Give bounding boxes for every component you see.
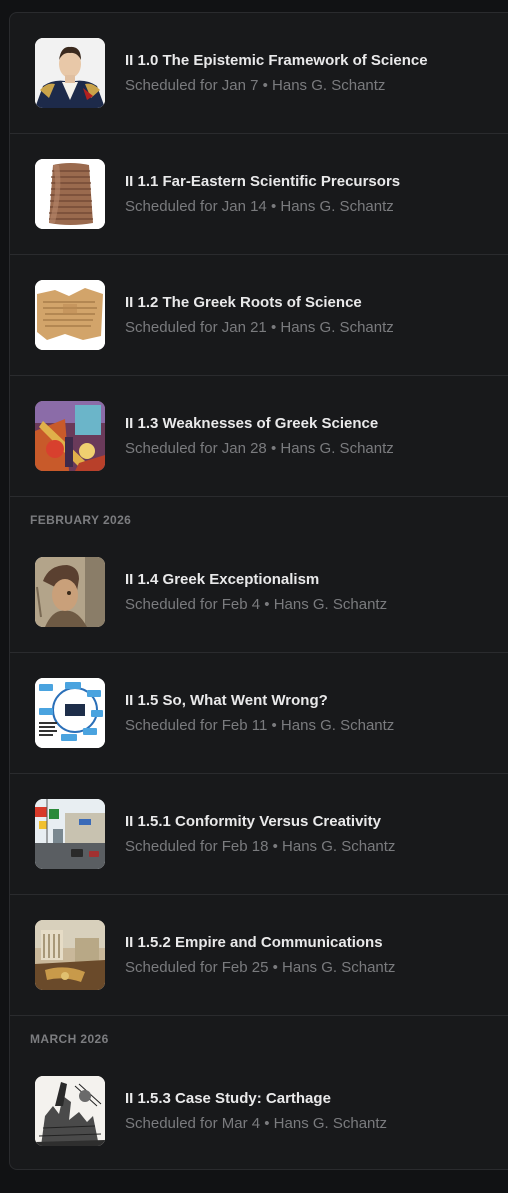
thumbnail-image — [35, 678, 105, 748]
meta-separator: • — [266, 198, 281, 215]
post-meta: Scheduled for Feb 18 • Hans G. Schantz — [125, 838, 395, 855]
schedule-date: Scheduled for Jan 28 — [125, 440, 267, 457]
post-meta: Scheduled for Jan 7 • Hans G. Schantz — [125, 77, 385, 94]
post-meta: Scheduled for Jan 28 • Hans G. Schantz — [125, 440, 394, 457]
post-meta: Scheduled for Mar 4 • Hans G. Schantz — [125, 1115, 387, 1132]
schedule-date: Scheduled for Feb 11 — [125, 717, 268, 734]
meta-separator: • — [268, 959, 283, 976]
schedule-date: Scheduled for Jan 21 — [125, 319, 267, 336]
meta-separator: • — [268, 838, 283, 855]
post-schedule-list: II 1.0 The Epistemic Framework of Scienc… — [9, 12, 508, 1170]
schedule-date: Scheduled for Jan 7 — [125, 77, 259, 94]
thumbnail-image — [35, 401, 105, 471]
thumbnail-image — [35, 280, 105, 350]
author-name: Hans G. Schantz — [280, 440, 394, 457]
post-title: II 1.5.2 Empire and Communications — [125, 934, 383, 951]
author-name: Hans G. Schantz — [272, 77, 386, 94]
post-title: II 1.5 So, What Went Wrong? — [125, 692, 328, 709]
schedule-date: Scheduled for Feb 25 — [125, 959, 269, 976]
list-item[interactable]: II 1.1 Far-Eastern Scientific Precursors… — [10, 134, 508, 255]
post-meta: Scheduled for Jan 14 • Hans G. Schantz — [125, 198, 394, 215]
thumbnail-image — [35, 799, 105, 869]
thumbnail-image — [35, 159, 105, 229]
author-name: Hans G. Schantz — [280, 319, 394, 336]
post-meta: Scheduled for Feb 25 • Hans G. Schantz — [125, 959, 395, 976]
meta-separator: • — [267, 717, 281, 734]
post-meta: Scheduled for Feb 11 • Hans G. Schantz — [125, 717, 394, 734]
list-item[interactable]: II 1.3 Weaknesses of Greek Science Sched… — [10, 376, 508, 497]
meta-separator: • — [258, 77, 273, 94]
post-title: II 1.4 Greek Exceptionalism — [125, 571, 320, 588]
meta-separator: • — [266, 319, 281, 336]
thumbnail-image — [35, 920, 105, 990]
post-title: II 1.5.3 Case Study: Carthage — [125, 1090, 331, 1107]
schedule-date: Scheduled for Feb 4 — [125, 596, 261, 613]
author-name: Hans G. Schantz — [280, 717, 395, 734]
author-name: Hans G. Schantz — [273, 596, 388, 613]
month-section-header: FEBRUARY 2026 — [30, 513, 132, 527]
author-name: Hans G. Schantz — [282, 838, 396, 855]
author-name: Hans G. Schantz — [280, 198, 394, 215]
list-item[interactable]: II 1.5.2 Empire and Communications Sched… — [10, 895, 508, 1016]
list-item[interactable]: II 1.0 The Epistemic Framework of Scienc… — [10, 13, 508, 134]
thumbnail-image — [35, 557, 105, 627]
meta-separator: • — [260, 1115, 274, 1132]
post-title: II 1.2 The Greek Roots of Science — [125, 294, 362, 311]
list-item[interactable]: II 1.5.1 Conformity Versus Creativity Sc… — [10, 774, 508, 895]
schedule-date: Scheduled for Mar 4 — [125, 1115, 261, 1132]
post-title: II 1.1 Far-Eastern Scientific Precursors — [125, 173, 401, 190]
thumbnail-image — [35, 38, 105, 108]
list-item[interactable]: II 1.5.3 Case Study: Carthage Scheduled … — [10, 1051, 508, 1169]
author-name: Hans G. Schantz — [273, 1115, 388, 1132]
list-item[interactable]: II 1.2 The Greek Roots of Science Schedu… — [10, 255, 508, 376]
meta-separator: • — [260, 596, 274, 613]
meta-separator: • — [266, 440, 281, 457]
author-name: Hans G. Schantz — [282, 959, 396, 976]
schedule-date: Scheduled for Jan 14 — [125, 198, 267, 215]
post-meta: Scheduled for Jan 21 • Hans G. Schantz — [125, 319, 394, 336]
thumbnail-image — [35, 1076, 105, 1146]
schedule-date: Scheduled for Feb 18 — [125, 838, 269, 855]
month-section-header: MARCH 2026 — [30, 1032, 109, 1046]
list-item[interactable]: II 1.4 Greek Exceptionalism Scheduled fo… — [10, 532, 508, 653]
post-title: II 1.3 Weaknesses of Greek Science — [125, 415, 379, 432]
post-title: II 1.0 The Epistemic Framework of Scienc… — [125, 52, 428, 69]
list-item[interactable]: II 1.5 So, What Went Wrong? Scheduled fo… — [10, 653, 508, 774]
post-meta: Scheduled for Feb 4 • Hans G. Schantz — [125, 596, 387, 613]
post-title: II 1.5.1 Conformity Versus Creativity — [125, 813, 381, 830]
